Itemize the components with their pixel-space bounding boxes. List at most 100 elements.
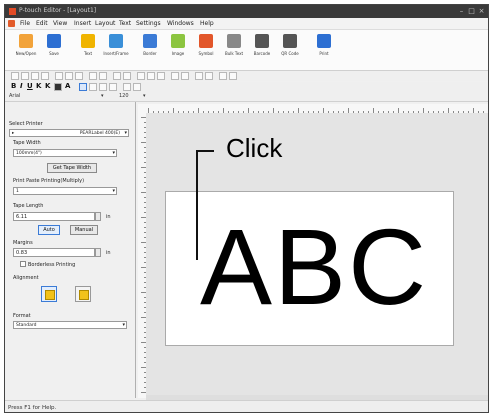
- app-menu-icon[interactable]: [8, 20, 15, 27]
- border-button[interactable]: Border: [137, 32, 163, 68]
- layout-icon[interactable]: [205, 72, 213, 80]
- app-window: P-touch Editor - [Layout1] – □ × File Ed…: [4, 4, 489, 413]
- save-icon: [47, 34, 61, 48]
- image-button[interactable]: Image: [165, 32, 191, 68]
- chevron-down-icon: ▾: [112, 150, 115, 156]
- margins-label: Margins: [13, 240, 33, 246]
- menu-text[interactable]: Text: [119, 20, 131, 27]
- align-horizontal-button[interactable]: [41, 286, 57, 302]
- menu-file[interactable]: File: [20, 20, 30, 27]
- chevron-down-icon: ▾: [124, 130, 127, 136]
- close-icon[interactable]: ×: [477, 7, 486, 15]
- cut-icon[interactable]: [55, 72, 63, 80]
- shape-tool-icon[interactable]: [41, 72, 49, 80]
- image-icon: [171, 34, 185, 48]
- symbol-button[interactable]: Symbol: [193, 32, 219, 68]
- minimize-icon[interactable]: –: [457, 7, 466, 15]
- align-left-icon[interactable]: [137, 72, 145, 80]
- menu-edit[interactable]: Edit: [36, 20, 48, 27]
- text-align-left-icon[interactable]: [79, 83, 87, 91]
- tape-width-value: 100mm(4"): [16, 151, 42, 156]
- vertical-text-icon[interactable]: [133, 83, 141, 91]
- qr-code-button[interactable]: QR Code: [277, 32, 303, 68]
- app-icon: [9, 8, 16, 15]
- redo-icon[interactable]: [99, 72, 107, 80]
- maximize-icon[interactable]: □: [467, 7, 476, 15]
- font-dropdown-chevron-icon[interactable]: ▾: [101, 93, 104, 100]
- text-justify-icon[interactable]: [109, 83, 117, 91]
- italic-icon[interactable]: I: [20, 82, 23, 90]
- text-align-center-icon[interactable]: [89, 83, 97, 91]
- barcode-button[interactable]: Barcode: [249, 32, 275, 68]
- menu-view[interactable]: View: [53, 20, 67, 27]
- qr-code-icon: [283, 34, 297, 48]
- undo-icon[interactable]: [89, 72, 97, 80]
- menu-windows[interactable]: Windows: [167, 20, 194, 27]
- drawing-toolbar: [5, 71, 488, 81]
- align-horizontal-icon: [45, 290, 55, 300]
- zoom-icon[interactable]: [113, 72, 121, 80]
- ungroup-icon[interactable]: [181, 72, 189, 80]
- menu-settings[interactable]: Settings: [136, 20, 161, 27]
- format-select[interactable]: Standard ▾: [13, 321, 127, 329]
- underline-icon[interactable]: U: [27, 82, 33, 90]
- font-select[interactable]: Arial: [9, 93, 99, 100]
- text-direction-icon[interactable]: [123, 83, 131, 91]
- arrange-icon[interactable]: [123, 72, 131, 80]
- title-bar: P-touch Editor - [Layout1] – □ ×: [5, 5, 488, 18]
- new-open-button[interactable]: New/Open: [13, 32, 39, 68]
- text-button[interactable]: Text: [75, 32, 101, 68]
- select-printer-label: Select Printer: [9, 121, 43, 127]
- insert-frame-button[interactable]: Insert/Frame: [103, 32, 129, 68]
- border-icon: [143, 34, 157, 48]
- print-paste-select[interactable]: 1 ▾: [13, 187, 117, 195]
- borderless-checkbox[interactable]: [20, 261, 26, 267]
- label-page[interactable]: ABC: [165, 191, 454, 346]
- align-right-icon[interactable]: [157, 72, 165, 80]
- tape-length-spinner[interactable]: [95, 212, 101, 221]
- font-size-select[interactable]: 120: [119, 93, 143, 100]
- manual-button[interactable]: Manual: [70, 225, 98, 235]
- bulk-text-button[interactable]: Bulk Text: [221, 32, 247, 68]
- rectangle-tool-icon[interactable]: [31, 72, 39, 80]
- format-value: Standard: [16, 323, 37, 328]
- bulk-text-icon: [227, 34, 241, 48]
- copy-icon[interactable]: [65, 72, 73, 80]
- menu-insert[interactable]: Insert: [74, 20, 91, 27]
- print-preview-icon[interactable]: [195, 72, 203, 80]
- format-toolbar: B I U K K A: [5, 82, 488, 92]
- select-tool-icon[interactable]: [11, 72, 19, 80]
- outline-icon[interactable]: K: [36, 82, 41, 90]
- menu-help[interactable]: Help: [200, 20, 214, 27]
- tape-width-select[interactable]: 100mm(4") ▾: [13, 149, 117, 157]
- align-vertical-button[interactable]: [75, 286, 91, 302]
- align-vertical-icon: [79, 290, 89, 300]
- alignment-label: Alignment: [13, 275, 39, 281]
- symbol-icon: [199, 34, 213, 48]
- text-align-right-icon[interactable]: [99, 83, 107, 91]
- text-color-icon[interactable]: A: [65, 82, 70, 90]
- shadow-icon[interactable]: K: [45, 82, 50, 90]
- print-button[interactable]: Print: [311, 32, 337, 68]
- line-tool-icon[interactable]: [21, 72, 29, 80]
- object-properties-icon[interactable]: [219, 72, 227, 80]
- menu-layout[interactable]: Layout: [95, 20, 115, 27]
- group-icon[interactable]: [171, 72, 179, 80]
- get-tape-width-button[interactable]: Get Tape Width: [47, 163, 97, 173]
- printer-select[interactable]: ▸ PEARLabel 400(E) ▾: [9, 129, 129, 137]
- label-text[interactable]: ABC: [200, 212, 428, 322]
- auto-button[interactable]: Auto: [38, 225, 60, 235]
- tape-length-unit: in: [106, 214, 111, 220]
- save-button[interactable]: Save: [41, 32, 67, 68]
- bold-icon[interactable]: B: [11, 82, 16, 90]
- callout-line-vertical: [196, 150, 198, 260]
- align-center-icon[interactable]: [147, 72, 155, 80]
- table-icon[interactable]: [229, 72, 237, 80]
- paste-icon[interactable]: [75, 72, 83, 80]
- margins-spinner[interactable]: [95, 248, 101, 257]
- margins-input[interactable]: 0.83: [13, 248, 95, 257]
- font-size-chevron-icon[interactable]: ▾: [143, 93, 146, 100]
- inverse-icon[interactable]: [54, 83, 62, 91]
- tape-length-input[interactable]: 6.11: [13, 212, 95, 221]
- window-title: P-touch Editor - [Layout1]: [19, 7, 97, 14]
